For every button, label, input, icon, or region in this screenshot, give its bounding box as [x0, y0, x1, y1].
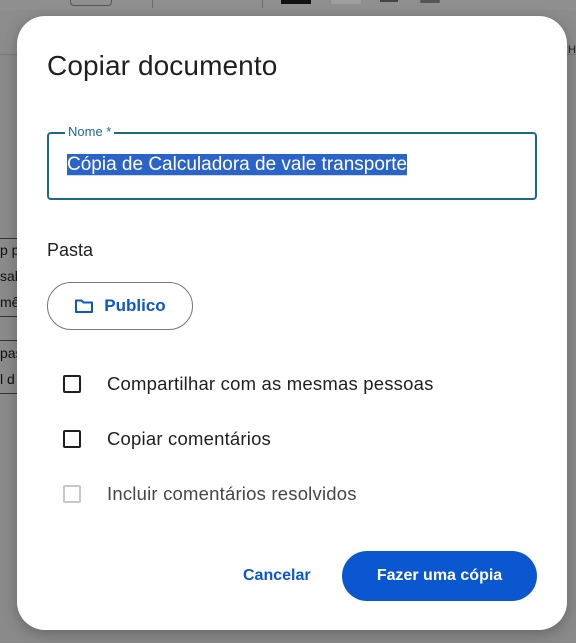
background-toolbar [0, 0, 576, 10]
name-field[interactable]: Nome * Cópia de Calculadora de vale tran… [47, 124, 537, 200]
option-include-resolved-comments: Incluir comentários resolvidos [63, 483, 357, 505]
share-checkbox-label[interactable]: Compartilhar com as mesmas pessoas [107, 373, 434, 395]
toolbar-icon-fragment [420, 0, 440, 3]
copy-document-dialog: Copiar documento Nome * Cópia de Calcula… [17, 16, 567, 630]
toolbar-icon-fragment [380, 0, 398, 2]
background-text: l d [0, 371, 15, 387]
table-border [0, 393, 18, 394]
dialog-title: Copiar documento [47, 50, 278, 81]
text-color-swatch [281, 0, 311, 4]
option-share-same-people[interactable]: Compartilhar com as mesmas pessoas [63, 373, 434, 395]
resolved-comments-checkbox [63, 485, 81, 503]
table-border [0, 316, 18, 317]
name-input[interactable]: Cópia de Calculadora de vale transporte [67, 154, 408, 176]
toolbar-separator [262, 0, 263, 8]
copy-comments-label[interactable]: Copiar comentários [107, 428, 271, 450]
table-border [0, 238, 18, 239]
background-text: pas [0, 345, 18, 361]
table-border [0, 340, 18, 341]
copy-comments-checkbox[interactable] [63, 430, 81, 448]
cancel-button[interactable]: Cancelar [227, 556, 327, 596]
toolbar-separator [152, 0, 153, 8]
background-text: sab [0, 268, 18, 284]
highlight-color-swatch [331, 0, 361, 4]
option-copy-comments[interactable]: Copiar comentários [63, 428, 271, 450]
share-checkbox[interactable] [63, 375, 81, 393]
folder-picker-button[interactable]: Publico [47, 282, 193, 330]
folder-picker-label: Publico [104, 296, 166, 315]
name-field-label: Nome * [65, 124, 115, 139]
background-text: mê [0, 294, 18, 310]
folder-section-label: Pasta [47, 240, 94, 260]
make-copy-button[interactable]: Fazer uma cópia [342, 551, 537, 601]
folder-icon [74, 298, 94, 314]
toolbar-button-fragment [70, 0, 112, 6]
resolved-comments-label: Incluir comentários resolvidos [107, 483, 357, 504]
background-text: p pa [0, 242, 18, 258]
name-input-selected-text[interactable]: Cópia de Calculadora de vale transporte [67, 154, 408, 175]
